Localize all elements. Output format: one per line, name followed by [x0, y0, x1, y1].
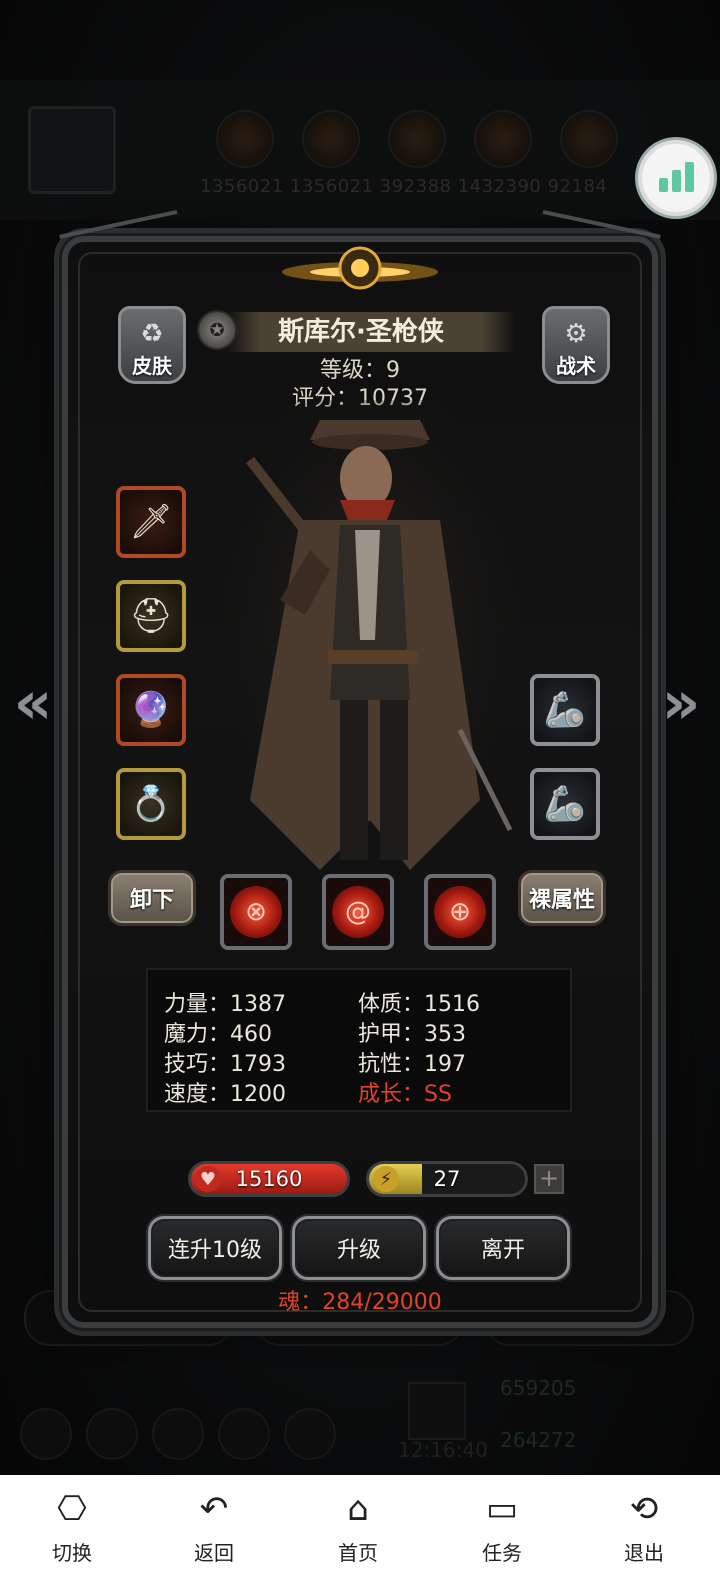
skill-slot-1[interactable]: ⊗	[220, 874, 292, 950]
stat-resistance: 抗性：197	[358, 1052, 466, 1077]
shirt-refresh-icon: ♻	[140, 319, 164, 349]
stat-constitution: 体质：1516	[358, 992, 480, 1017]
unequip-button[interactable]: 卸下	[108, 870, 196, 926]
switch-label: 切换	[52, 1541, 92, 1565]
gear-icon: ⚙	[564, 319, 588, 349]
home-label: 首页	[338, 1541, 378, 1565]
background-circle-4	[218, 1408, 270, 1460]
home-icon: ⌂	[347, 1489, 369, 1529]
background-orb-4	[474, 110, 532, 168]
swirl-skill-icon: @	[332, 886, 384, 938]
bar-chart-icon-bar	[671, 170, 681, 192]
equip-slot-bracer-1[interactable]: 🦾	[530, 674, 600, 746]
background-player-portrait	[28, 106, 116, 194]
skill-slot-2[interactable]: @	[322, 874, 394, 950]
leave-button[interactable]: 离开	[436, 1216, 570, 1280]
tasks-label: 任务	[482, 1541, 522, 1565]
tasks-icon: ▭	[485, 1489, 519, 1529]
exit-label: 退出	[624, 1541, 664, 1565]
background-circle-1	[20, 1408, 72, 1460]
exit-button[interactable]: ⟲ 退出	[604, 1489, 684, 1566]
stat-strength: 力量：1387	[164, 992, 286, 1017]
level-up-button[interactable]: 升级	[292, 1216, 426, 1280]
background-numbers: 1356021 1356021 392388 1432390 92184	[200, 176, 608, 197]
system-navigation-bar: ⎔ 切换 ↶ 返回 ⌂ 首页 ▭ 任务 ⟲ 退出	[0, 1475, 720, 1575]
stat-growth: 成长：SS	[358, 1082, 452, 1107]
dagger-icon: 🗡	[129, 502, 173, 542]
target-skill-icon: ⊗	[230, 886, 282, 938]
amulet-icon: 🔮	[129, 690, 173, 730]
switch-icon: ⎔	[57, 1489, 87, 1529]
helmet-icon: ⛑	[129, 596, 173, 636]
character-name: 斯库尔·圣枪侠	[278, 317, 444, 347]
soul-counter: 魂：284/29000	[278, 1290, 442, 1315]
background-orb-5	[560, 110, 618, 168]
add-energy-button[interactable]: +	[534, 1164, 564, 1194]
equip-slot-helmet[interactable]: ⛑	[116, 580, 186, 652]
skin-button-label: 皮肤	[132, 354, 172, 378]
tactics-button-label: 战术	[556, 354, 596, 378]
background-orb-3	[388, 110, 446, 168]
background-circle-3	[152, 1408, 204, 1460]
bar-chart-icon	[658, 178, 668, 192]
equip-slot-ring[interactable]: 💍	[116, 768, 186, 840]
bracer-icon: 🦾	[543, 784, 587, 824]
level-up-10-button[interactable]: 连升10级	[148, 1216, 282, 1280]
crosshair-skill-icon: ⊕	[434, 886, 486, 938]
background-gift-icon	[408, 1382, 466, 1440]
panel-crest-emblem	[282, 246, 438, 290]
background-time: 12:16:40	[398, 1438, 488, 1462]
stat-skill: 技巧：1793	[164, 1052, 286, 1077]
stat-speed: 速度：1200	[164, 1082, 286, 1107]
ring-icon: 💍	[129, 784, 173, 824]
switch-button[interactable]: ⎔ 切换	[32, 1489, 112, 1566]
equip-slot-bracer-2[interactable]: 🦾	[530, 768, 600, 840]
exit-icon: ⟲	[629, 1489, 659, 1529]
stat-magic: 魔力：460	[164, 1022, 272, 1047]
tactics-button[interactable]: ⚙ 战术	[542, 306, 610, 384]
lightning-icon: ⚡	[373, 1166, 399, 1192]
heart-icon: ♥	[195, 1166, 221, 1192]
next-character-arrow[interactable]: »	[656, 668, 706, 738]
background-orb-2	[302, 110, 360, 168]
previous-character-arrow[interactable]: «	[8, 668, 58, 738]
hero-gunslinger-figure	[210, 400, 530, 880]
equip-slot-amulet[interactable]: 🔮	[116, 674, 186, 746]
bracer-icon: 🦾	[543, 690, 587, 730]
back-arrow-icon: ↶	[199, 1489, 229, 1529]
stat-armor: 护甲：353	[358, 1022, 466, 1047]
skin-button[interactable]: ♻ 皮肤	[118, 306, 186, 384]
equip-slot-weapon[interactable]: 🗡	[116, 486, 186, 558]
background-stat-2: 264272	[500, 1428, 577, 1452]
back-label: 返回	[194, 1541, 234, 1565]
background-circle-5	[284, 1408, 336, 1460]
back-button[interactable]: ↶ 返回	[174, 1489, 254, 1566]
skill-slot-3[interactable]: ⊕	[424, 874, 496, 950]
background-stat-1: 659205	[500, 1376, 577, 1400]
bar-chart-icon-bar	[684, 162, 694, 192]
energy-bar: ⚡ 27	[366, 1161, 528, 1197]
background-orb-1	[216, 110, 274, 168]
floating-stats-button[interactable]	[638, 140, 714, 216]
home-button[interactable]: ⌂ 首页	[318, 1489, 398, 1566]
naked-attributes-button[interactable]: 裸属性	[518, 870, 606, 926]
background-circle-2	[86, 1408, 138, 1460]
hp-bar: ♥ 15160	[188, 1161, 350, 1197]
tasks-button[interactable]: ▭ 任务	[462, 1489, 542, 1566]
